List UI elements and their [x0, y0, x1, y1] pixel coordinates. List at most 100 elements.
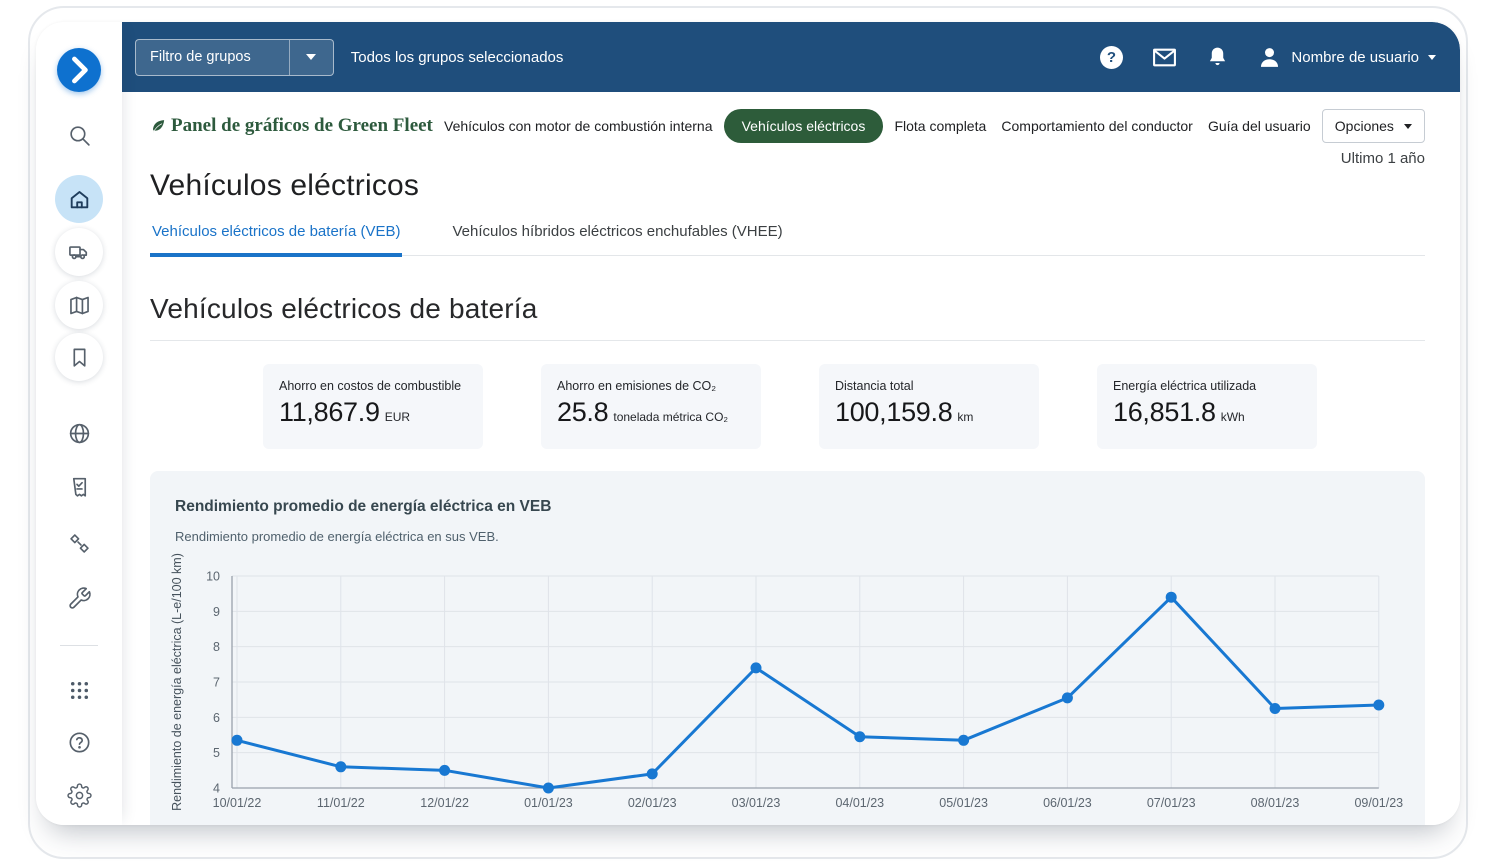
- svg-text:07/01/23: 07/01/23: [1147, 796, 1196, 810]
- main-content: Panel de gráficos de Green Fleet Vehícul…: [122, 92, 1460, 825]
- performance-chart-card: Rendimiento promedio de energía eléctric…: [150, 471, 1425, 825]
- performance-chart-svg: 10/01/22 11/01/22 12/01/22 01/01/23 02/01/23…: [150, 471, 1425, 825]
- sidebar-item-report[interactable]: [55, 463, 103, 511]
- gear-icon: [67, 783, 92, 808]
- svg-text:08/01/23: 08/01/23: [1251, 796, 1300, 810]
- stat-unit: EUR: [385, 410, 410, 424]
- link-icon: [67, 531, 92, 556]
- bell-icon: [1205, 45, 1230, 70]
- stat-card-energy-used: Energía eléctrica utilizada 16,851.8kWh: [1097, 364, 1317, 449]
- user-menu[interactable]: Nombre de usuario: [1257, 45, 1436, 70]
- page-title: Vehículos eléctricos: [150, 169, 1425, 203]
- help-icon: ?: [1100, 46, 1123, 69]
- svg-text:05/01/23: 05/01/23: [939, 796, 988, 810]
- sidebar-item-bookmark[interactable]: [55, 333, 103, 381]
- dashboard-nav: Panel de gráficos de Green Fleet Vehícul…: [150, 109, 1425, 143]
- chevron-down-icon: [1404, 124, 1412, 129]
- apps-grid-icon: [67, 678, 92, 703]
- ev-tabs: Vehículos eléctricos de batería (VEB) Ve…: [150, 219, 1425, 256]
- sidebar-expand-button[interactable]: [57, 48, 101, 92]
- group-filter-label: Filtro de grupos: [136, 40, 289, 75]
- stat-card-co2-savings: Ahorro en emisiones de CO₂ 25.8tonelada …: [541, 364, 761, 449]
- svg-text:8: 8: [213, 640, 220, 654]
- chevron-right-icon: [57, 48, 101, 92]
- stat-label: Ahorro en costos de combustible: [279, 379, 467, 393]
- username-label: Nombre de usuario: [1291, 49, 1419, 66]
- svg-text:03/01/23: 03/01/23: [732, 796, 781, 810]
- help-circle-icon: [67, 730, 92, 755]
- globe-icon: [67, 421, 92, 446]
- stat-value: 25.8tonelada métrica CO₂: [557, 397, 745, 428]
- nav-item-electric-vehicles[interactable]: Vehículos eléctricos: [724, 109, 884, 143]
- messages-button[interactable]: [1151, 44, 1177, 70]
- period-label: Ultimo 1 año: [150, 150, 1425, 167]
- notifications-button[interactable]: [1204, 44, 1230, 70]
- sidebar-item-map[interactable]: [55, 281, 103, 329]
- stat-label: Energía eléctrica utilizada: [1113, 379, 1301, 393]
- svg-text:01/01/23: 01/01/23: [524, 796, 573, 810]
- search-icon: [67, 123, 92, 148]
- svg-text:06/01/23: 06/01/23: [1043, 796, 1092, 810]
- sidebar-item-help[interactable]: [55, 718, 103, 766]
- sidebar-item-globe[interactable]: [55, 409, 103, 457]
- nav-item-driver-behavior[interactable]: Comportamiento del conductor: [997, 110, 1196, 142]
- stat-unit: tonelada métrica CO₂: [613, 410, 728, 424]
- svg-text:02/01/23: 02/01/23: [628, 796, 677, 810]
- receipt-check-icon: [67, 475, 92, 500]
- stat-unit: kWh: [1221, 410, 1245, 424]
- sidebar-item-vehicles[interactable]: [55, 228, 103, 276]
- leaf-icon: [150, 118, 167, 135]
- stat-value: 16,851.8kWh: [1113, 397, 1301, 428]
- stat-value: 11,867.9EUR: [279, 397, 467, 428]
- stat-card-fuel-savings: Ahorro en costos de combustible 11,867.9…: [263, 364, 483, 449]
- sidebar-item-search[interactable]: [55, 111, 103, 159]
- topbar: Filtro de grupos Todos los grupos selecc…: [122, 22, 1460, 92]
- sidebar-item-home[interactable]: [55, 175, 103, 223]
- app-window: Filtro de grupos Todos los grupos selecc…: [36, 22, 1460, 825]
- dashboard-brand: Panel de gráficos de Green Fleet: [150, 115, 433, 137]
- user-icon: [1257, 45, 1282, 70]
- section-title: Vehículos eléctricos de batería: [150, 293, 1425, 325]
- group-filter-caret[interactable]: [289, 40, 333, 75]
- options-button-label: Opciones: [1335, 118, 1394, 134]
- sidebar-item-link[interactable]: [55, 519, 103, 567]
- help-button[interactable]: ?: [1098, 44, 1124, 70]
- sidebar-divider: [60, 645, 98, 646]
- stat-label: Distancia total: [835, 379, 1023, 393]
- stat-value: 100,159.8km: [835, 397, 1023, 428]
- svg-text:7: 7: [213, 676, 220, 690]
- stat-card-total-distance: Distancia total 100,159.8km: [819, 364, 1039, 449]
- tab-phev[interactable]: Vehículos híbridos eléctricos enchufable…: [450, 219, 784, 255]
- group-filter-button[interactable]: Filtro de grupos: [135, 39, 334, 76]
- section-divider: [150, 340, 1425, 341]
- wrench-icon: [67, 586, 92, 611]
- svg-text:Rendimiento de energía eléctri: Rendimiento de energía eléctrica (L-e/10…: [170, 553, 184, 811]
- svg-text:5: 5: [213, 746, 220, 760]
- nav-item-user-guide[interactable]: Guía del usuario: [1204, 110, 1315, 142]
- nav-item-full-fleet[interactable]: Flota completa: [890, 110, 990, 142]
- map-icon: [67, 293, 92, 318]
- chevron-down-icon: [1428, 55, 1436, 60]
- sidebar-item-tools[interactable]: [55, 574, 103, 622]
- svg-text:9: 9: [213, 605, 220, 619]
- svg-text:10/01/22: 10/01/22: [213, 796, 262, 810]
- group-selection-text: Todos los grupos seleccionados: [351, 49, 564, 66]
- stat-label: Ahorro en emisiones de CO₂: [557, 379, 745, 393]
- stat-unit: km: [957, 410, 973, 424]
- svg-text:6: 6: [213, 711, 220, 725]
- envelope-icon: [1152, 45, 1177, 70]
- sidebar-item-settings[interactable]: [55, 771, 103, 819]
- options-button[interactable]: Opciones: [1322, 109, 1425, 143]
- svg-text:09/01/23: 09/01/23: [1354, 796, 1403, 810]
- stat-cards: Ahorro en costos de combustible 11,867.9…: [150, 364, 1425, 449]
- svg-text:10: 10: [206, 570, 220, 584]
- sidebar-item-apps[interactable]: [55, 666, 103, 714]
- chevron-down-icon: [306, 54, 316, 60]
- svg-text:4: 4: [213, 782, 220, 796]
- dashboard-brand-label: Panel de gráficos de Green Fleet: [171, 115, 433, 137]
- tab-bev[interactable]: Vehículos eléctricos de batería (VEB): [150, 219, 402, 257]
- sidebar: [36, 22, 122, 825]
- svg-text:11/01/22: 11/01/22: [317, 796, 365, 810]
- svg-text:12/01/22: 12/01/22: [420, 796, 469, 810]
- nav-item-combustion[interactable]: Vehículos con motor de combustión intern…: [440, 110, 717, 142]
